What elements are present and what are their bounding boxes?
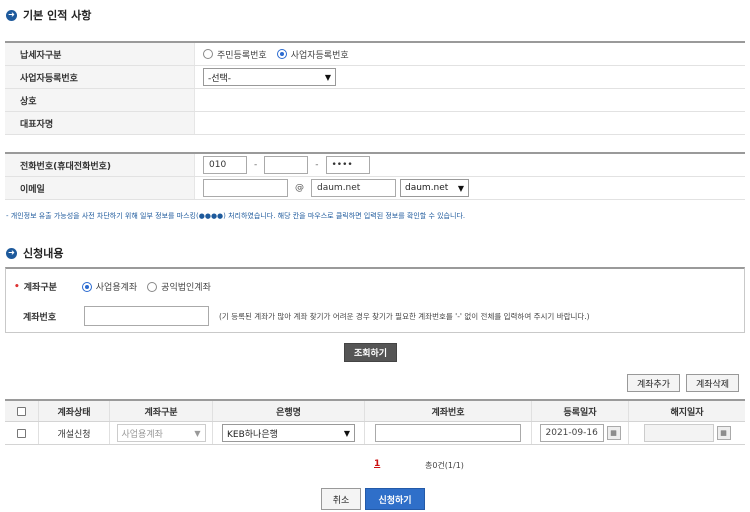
radio-business-label: 사업자등록번호	[290, 50, 349, 61]
pagination-summary: 총0건(1/1)	[425, 461, 464, 470]
select-all-checkbox[interactable]	[17, 406, 26, 416]
email-domain-input[interactable]: daum.net	[311, 179, 396, 197]
label-company: 상호	[5, 89, 195, 111]
row-type-cell: 사업용계좌 ▼	[110, 422, 213, 444]
label-phone: 전화번호(휴대전화번호)	[5, 154, 195, 176]
section-title-basic-info: ➜ 기본 인적 사항	[6, 7, 91, 23]
account-number-input[interactable]	[84, 306, 209, 326]
application-box: • 계좌구분 사업용계좌 공익법인계좌 계좌번호 (기 등록된 계좌가 많아 계…	[5, 267, 745, 333]
phone-dash-2: -	[315, 160, 319, 170]
label-biz-number: 사업자등록번호	[5, 66, 195, 88]
grid-header-checkbox-cell	[5, 401, 39, 421]
phone-dash-1: -	[254, 160, 258, 170]
label-account-number: 계좌번호	[23, 312, 57, 323]
grid-header-reg-date: 등록일자	[532, 401, 629, 421]
row-account-cell	[365, 422, 532, 444]
phone-part3-input[interactable]: ••••	[325, 156, 370, 174]
row-reg-date-input[interactable]: 2021-09-16	[539, 424, 604, 442]
phone-part1-input[interactable]: 010	[203, 156, 247, 174]
row-type-select[interactable]: 사업용계좌 ▼	[116, 424, 206, 442]
label-account-type: 계좌구분	[23, 283, 57, 293]
arrow-circle-icon: ➜	[6, 247, 17, 259]
row-bank-value: KEB하나은행	[227, 429, 278, 440]
row-checkbox[interactable]	[17, 428, 26, 438]
radio-resident-number[interactable]	[203, 49, 213, 59]
row-account-input[interactable]	[375, 424, 521, 442]
account-grid: 계좌상태 계좌구분 은행명 계좌번호 등록일자 해지일자 개설신청 사업용계좌 …	[5, 399, 745, 445]
grid-header-status: 계좌상태	[39, 401, 110, 421]
calendar-icon[interactable]: ▦	[606, 426, 621, 440]
search-button[interactable]: 조회하기	[344, 343, 397, 362]
email-local-input[interactable]	[203, 179, 288, 197]
grid-header-bank: 은행명	[213, 401, 365, 421]
grid-header-account: 계좌번호	[365, 401, 532, 421]
contact-table: 전화번호(휴대전화번호) 010 - - •••• 이메일 @ daum.net…	[5, 152, 745, 200]
delete-account-button[interactable]: 계좌삭제	[686, 374, 739, 392]
chevron-down-icon: ▼	[343, 428, 350, 438]
label-ceo: 대표자명	[5, 112, 195, 134]
table-row: 개설신청 사업용계좌 ▼ KEB하나은행 ▼ 2021-09-16 ▦ ▦	[5, 422, 745, 445]
row-type-value: 사업용계좌	[121, 429, 163, 440]
row-phone: 전화번호(휴대전화번호) 010 - - ••••	[5, 154, 745, 177]
biz-number-select[interactable]: -선택- ▼	[203, 68, 336, 86]
privacy-note: - 개인정보 유출 가능성을 사전 차단하기 위해 일부 정보를 마스킹(●●●…	[6, 212, 466, 220]
grid-header-type: 계좌구분	[110, 401, 213, 421]
row-reg-date-cell: 2021-09-16 ▦	[532, 422, 629, 444]
label-taxpayer-type: 납세자구분	[5, 43, 195, 65]
required-mark: •	[14, 281, 20, 292]
phone-part2-input[interactable]	[264, 156, 309, 174]
grid-header-end-date: 해지일자	[670, 407, 704, 418]
account-type-row: • 계좌구분 사업용계좌 공익법인계좌	[14, 280, 217, 293]
cancel-button[interactable]: 취소	[321, 488, 361, 510]
radio-business-account[interactable]	[81, 281, 92, 292]
email-domain-select-value: daum.net	[405, 183, 449, 193]
row-biz-number: 사업자등록번호 -선택- ▼	[5, 66, 745, 89]
section-title-application: ➜ 신청내용	[6, 245, 63, 261]
row-email: 이메일 @ daum.net daum.net ▼	[5, 177, 745, 200]
radio-business-number[interactable]	[276, 49, 287, 59]
radio-resident-label: 주민등록번호	[217, 50, 267, 61]
account-number-help: (기 등록된 계좌가 많아 계좌 찾기가 어려운 경우 찾기가 필요한 계좌번호…	[219, 311, 590, 321]
page-number-current[interactable]: 1	[374, 459, 380, 469]
basic-info-table: 납세자구분 주민등록번호 사업자등록번호 사업자등록번호 -선택- ▼ 상호 대…	[5, 41, 745, 135]
email-at-sign: @	[295, 183, 304, 193]
section-title-text: 신청내용	[23, 247, 64, 260]
label-email: 이메일	[5, 177, 195, 199]
radio-public-account-label: 공익법인계좌	[161, 283, 211, 293]
row-bank-cell: KEB하나은행 ▼	[213, 422, 365, 444]
row-company: 상호	[5, 89, 745, 112]
row-checkbox-cell	[5, 422, 39, 444]
add-account-button[interactable]: 계좌추가	[627, 374, 680, 392]
chevron-down-icon: ▼	[194, 428, 201, 438]
chevron-down-icon: ▼	[324, 72, 331, 82]
row-ceo: 대표자명	[5, 112, 745, 135]
email-domain-select[interactable]: daum.net ▼	[400, 179, 469, 197]
calendar-icon[interactable]: ▦	[716, 426, 731, 440]
biz-number-select-value: -선택-	[208, 73, 232, 84]
submit-button[interactable]: 신청하기	[365, 488, 425, 510]
row-end-date-input[interactable]	[643, 424, 714, 442]
row-end-date-cell: ▦	[629, 422, 745, 444]
radio-business-account-label: 사업용계좌	[95, 283, 138, 293]
section-title-text: 기본 인적 사항	[23, 9, 92, 22]
arrow-circle-icon: ➜	[6, 9, 17, 21]
chevron-down-icon: ▼	[457, 183, 464, 193]
radio-public-account[interactable]	[147, 281, 158, 292]
row-bank-select[interactable]: KEB하나은행 ▼	[222, 424, 355, 442]
grid-header: 계좌상태 계좌구분 은행명 계좌번호 등록일자 해지일자	[5, 401, 745, 422]
row-status: 개설신청	[39, 422, 110, 444]
account-number-row: 계좌번호 (기 등록된 계좌가 많아 계좌 찾기가 어려운 경우 찾기가 필요한…	[23, 306, 590, 326]
row-taxpayer-type: 납세자구분 주민등록번호 사업자등록번호	[5, 43, 745, 66]
